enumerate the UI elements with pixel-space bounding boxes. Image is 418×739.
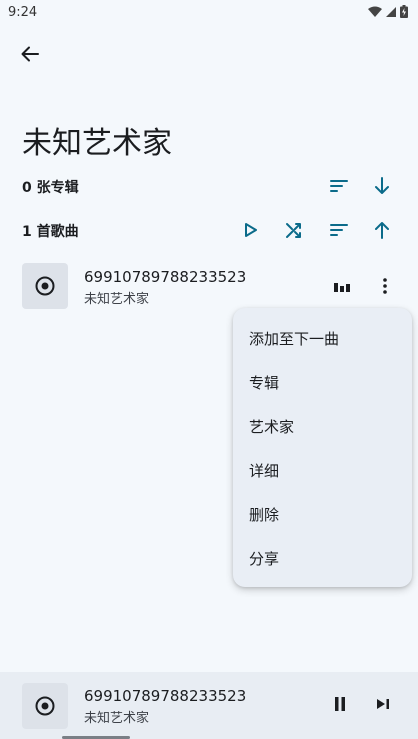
status-time: 9:24	[8, 5, 38, 20]
albums-sort-button[interactable]	[326, 173, 352, 199]
menu-item-artist[interactable]: 艺术家	[233, 404, 412, 448]
list-item[interactable]: 69910789788233523 未知艺术家	[0, 258, 418, 314]
skip-next-button[interactable]	[371, 692, 395, 716]
arrow-back-icon	[21, 46, 39, 62]
menu-item-share[interactable]: 分享	[233, 536, 412, 580]
menu-item-album[interactable]: 专辑	[233, 360, 412, 404]
wifi-icon	[368, 6, 382, 17]
player-title: 69910789788233523	[84, 687, 247, 705]
song-title: 69910789788233523	[84, 268, 247, 286]
menu-item-play-next[interactable]: 添加至下一曲	[233, 316, 412, 360]
disc-icon	[35, 696, 55, 716]
pause-button[interactable]	[328, 692, 352, 716]
more-vert-icon	[383, 278, 387, 294]
skip-next-icon	[377, 699, 389, 709]
play-icon	[245, 223, 257, 237]
song-artist: 未知艺术家	[84, 292, 150, 307]
pause-icon	[335, 697, 345, 711]
disc-icon	[35, 276, 55, 296]
shuffle-icon	[286, 223, 301, 238]
page-title: 未知艺术家	[22, 126, 172, 161]
battery-icon	[400, 5, 408, 18]
albums-count: 0 张专辑	[22, 180, 79, 196]
player-artist: 未知艺术家	[84, 711, 150, 726]
songs-count: 1 首歌曲	[22, 224, 79, 240]
now-playing-indicator	[330, 274, 354, 298]
arrow-down-icon	[375, 177, 389, 194]
player-artwork	[22, 683, 68, 729]
status-bar: 9:24	[0, 0, 418, 26]
menu-item-delete[interactable]: 删除	[233, 492, 412, 536]
signal-icon	[386, 6, 396, 17]
song-artwork	[22, 263, 68, 309]
menu-item-details[interactable]: 详细	[233, 448, 412, 492]
shuffle-button[interactable]	[281, 217, 307, 243]
songs-order-button[interactable]	[369, 217, 395, 243]
context-menu: 添加至下一曲 专辑 艺术家 详细 删除 分享	[233, 308, 412, 587]
more-options-button[interactable]	[372, 272, 398, 300]
back-button[interactable]	[14, 38, 46, 70]
albums-order-button[interactable]	[369, 173, 395, 199]
sort-icon	[330, 180, 348, 192]
songs-sort-button[interactable]	[326, 217, 352, 243]
sort-icon	[330, 224, 348, 236]
status-icons	[368, 5, 408, 18]
equalizer-icon	[334, 283, 350, 292]
play-all-button[interactable]	[238, 217, 264, 243]
arrow-up-icon	[375, 222, 389, 239]
